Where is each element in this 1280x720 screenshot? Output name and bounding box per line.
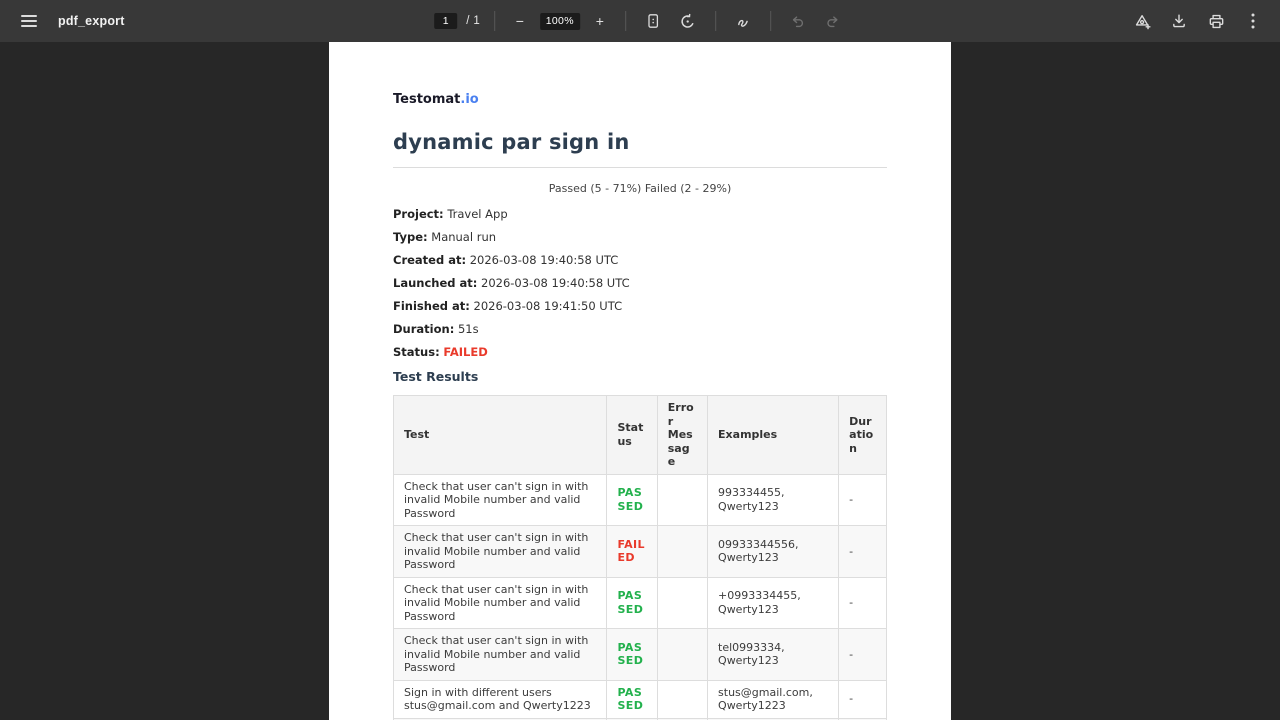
- save-to-drive-button[interactable]: [1129, 8, 1155, 34]
- meta-status: Status: FAILED: [393, 346, 887, 358]
- redo-icon: [825, 14, 840, 29]
- table-row: Sign in with different users stus@gmail.…: [394, 680, 887, 718]
- report-title: dynamic par sign in: [393, 130, 887, 155]
- status-cell: PASSED: [607, 474, 657, 526]
- save-to-drive-icon: [1134, 13, 1151, 30]
- page-number-input[interactable]: 1: [434, 13, 457, 29]
- pdf-toolbar: pdf_export 1 / 1 − 100% +: [0, 0, 1280, 42]
- results-summary: Passed (5 - 71%) Failed (2 - 29%): [393, 182, 887, 195]
- hamburger-icon: [21, 14, 37, 28]
- test-cell: Check that user can't sign in with inval…: [394, 577, 607, 629]
- undo-button[interactable]: [785, 8, 811, 34]
- ink-annotate-icon: [735, 13, 751, 29]
- duration-cell: -: [839, 474, 887, 526]
- zoom-in-button[interactable]: +: [589, 10, 611, 32]
- col-header-error: Error Message: [657, 396, 707, 475]
- meta-finished: Finished at: 2026-03-08 19:41:50 UTC: [393, 300, 887, 312]
- section-title: Test Results: [393, 369, 887, 384]
- status-cell: PASSED: [607, 680, 657, 718]
- download-icon: [1171, 13, 1187, 29]
- meta-duration: Duration: 51s: [393, 323, 887, 335]
- meta-launched: Launched at: 2026-03-08 19:40:58 UTC: [393, 277, 887, 289]
- examples-cell: 993334455, Qwerty123: [708, 474, 839, 526]
- testomat-logo: Testomat.io: [393, 92, 887, 107]
- test-cell: Check that user can't sign in with inval…: [394, 526, 607, 578]
- error-cell: [657, 526, 707, 578]
- col-header-examples: Examples: [708, 396, 839, 475]
- toolbar-separator: [625, 11, 626, 31]
- print-button[interactable]: [1203, 8, 1229, 34]
- test-results-table: Test Status Error Message Examples Durat…: [393, 395, 887, 720]
- annotate-button[interactable]: [730, 8, 756, 34]
- toolbar-separator: [715, 11, 716, 31]
- table-row: Check that user can't sign in with inval…: [394, 474, 887, 526]
- print-icon: [1208, 13, 1225, 30]
- title-divider: [393, 167, 887, 168]
- fit-to-page-button[interactable]: [640, 8, 666, 34]
- error-cell: [657, 577, 707, 629]
- error-cell: [657, 629, 707, 681]
- vertical-dots-icon: [1251, 13, 1255, 29]
- fit-to-page-icon: [645, 13, 661, 29]
- menu-button[interactable]: [16, 8, 42, 34]
- document-filename: pdf_export: [58, 14, 125, 28]
- page-total: 1: [473, 15, 479, 27]
- table-row: Check that user can't sign in with inval…: [394, 526, 887, 578]
- undo-icon: [790, 14, 805, 29]
- duration-cell: -: [839, 577, 887, 629]
- page-divider: /: [466, 15, 469, 27]
- rotate-button[interactable]: [675, 8, 701, 34]
- duration-cell: -: [839, 680, 887, 718]
- col-header-status: Status: [607, 396, 657, 475]
- toolbar-separator: [770, 11, 771, 31]
- zoom-level-input[interactable]: 100%: [540, 13, 580, 30]
- error-cell: [657, 474, 707, 526]
- col-header-duration: Duration: [839, 396, 887, 475]
- meta-type: Type: Manual run: [393, 231, 887, 243]
- table-row: Check that user can't sign in with inval…: [394, 577, 887, 629]
- test-cell: Check that user can't sign in with inval…: [394, 474, 607, 526]
- table-header-row: Test Status Error Message Examples Durat…: [394, 396, 887, 475]
- status-cell: FAILED: [607, 526, 657, 578]
- meta-project: Project: Travel App: [393, 208, 887, 220]
- examples-cell: +0993334455, Qwerty123: [708, 577, 839, 629]
- logo-main: Testomat: [393, 92, 460, 107]
- status-cell: PASSED: [607, 629, 657, 681]
- table-row: Check that user can't sign in with inval…: [394, 629, 887, 681]
- duration-cell: -: [839, 629, 887, 681]
- rotate-ccw-icon: [679, 13, 696, 30]
- examples-cell: stus@gmail.com, Qwerty1223: [708, 680, 839, 718]
- duration-cell: -: [839, 526, 887, 578]
- status-value: FAILED: [443, 345, 487, 359]
- run-metadata: Project: Travel App Type: Manual run Cre…: [393, 208, 887, 358]
- error-cell: [657, 680, 707, 718]
- pdf-viewer-area[interactable]: Testomat.io dynamic par sign in Passed (…: [0, 42, 1280, 720]
- test-cell: Check that user can't sign in with inval…: [394, 629, 607, 681]
- pdf-page: Testomat.io dynamic par sign in Passed (…: [329, 42, 951, 720]
- test-cell: Sign in with different users stus@gmail.…: [394, 680, 607, 718]
- meta-created: Created at: 2026-03-08 19:40:58 UTC: [393, 254, 887, 266]
- examples-cell: 09933344556, Qwerty123: [708, 526, 839, 578]
- zoom-out-button[interactable]: −: [509, 10, 531, 32]
- status-cell: PASSED: [607, 577, 657, 629]
- more-options-button[interactable]: [1240, 8, 1266, 34]
- toolbar-separator: [494, 11, 495, 31]
- download-button[interactable]: [1166, 8, 1192, 34]
- page-count: / 1: [466, 15, 480, 27]
- redo-button[interactable]: [820, 8, 846, 34]
- logo-suffix: .io: [460, 92, 478, 107]
- examples-cell: tel0993334, Qwerty123: [708, 629, 839, 681]
- col-header-test: Test: [394, 396, 607, 475]
